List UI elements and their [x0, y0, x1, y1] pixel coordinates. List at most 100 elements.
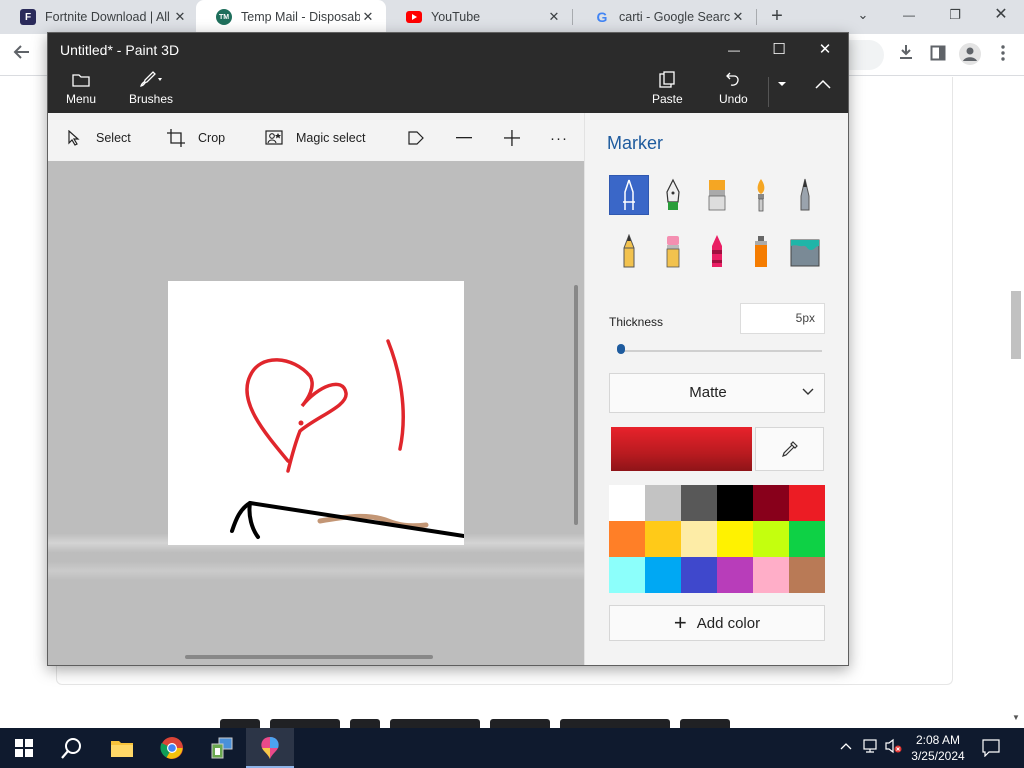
- network-icon[interactable]: [862, 738, 880, 757]
- zoom-out-icon[interactable]: [454, 127, 474, 149]
- more-options-icon[interactable]: ···: [550, 127, 568, 149]
- finish-value: Matte: [689, 384, 727, 401]
- scroll-down-arrow-icon[interactable]: ▼: [1012, 713, 1020, 722]
- eyedropper-button[interactable]: [755, 427, 824, 471]
- watercolor-brush[interactable]: [741, 175, 781, 215]
- thickness-input[interactable]: 5px: [740, 303, 825, 334]
- browser-menu-icon[interactable]: [991, 43, 1015, 67]
- search-button[interactable]: [48, 728, 96, 768]
- workspace[interactable]: [48, 161, 584, 665]
- taskbar: 2:08 AM 3/25/2024: [0, 728, 1024, 768]
- tab-search-icon[interactable]: ⌄: [840, 0, 886, 34]
- chrome-button[interactable]: [148, 728, 196, 768]
- magic-select-tool[interactable]: Magic select: [264, 127, 365, 149]
- tab-close-icon[interactable]: ✕: [546, 9, 562, 25]
- clock-time: 2:08 AM: [915, 733, 961, 747]
- tab-youtube[interactable]: YouTube ✕: [386, 0, 572, 34]
- tab-close-icon[interactable]: ✕: [360, 9, 376, 25]
- palette-swatch[interactable]: [681, 521, 717, 557]
- folder-icon: [72, 69, 90, 91]
- zoom-in-icon[interactable]: [502, 127, 522, 149]
- page-scrollbar[interactable]: [1008, 77, 1024, 728]
- pixel-pen-brush[interactable]: [785, 175, 825, 215]
- file-explorer-button[interactable]: [98, 728, 146, 768]
- eraser-icon: [666, 236, 680, 268]
- paint3d-taskbar-button[interactable]: [246, 728, 294, 768]
- menu-button[interactable]: Menu: [66, 69, 96, 113]
- drawing-canvas[interactable]: [168, 281, 466, 545]
- paint3d-icon: [261, 737, 279, 759]
- palette-swatch[interactable]: [753, 521, 789, 557]
- crop-tool[interactable]: Crop: [166, 127, 225, 149]
- undo-button[interactable]: Undo: [719, 69, 748, 113]
- clock-date: 3/25/2024: [911, 749, 965, 763]
- marker-brush[interactable]: [609, 175, 649, 215]
- select-tool[interactable]: Select: [64, 127, 131, 149]
- brushes-button[interactable]: Brushes: [129, 69, 173, 113]
- tool-bar: Select Crop Magic select ···: [48, 113, 584, 161]
- download-icon[interactable]: [894, 43, 918, 67]
- browser-minimize-button[interactable]: —: [886, 0, 932, 34]
- eraser-brush[interactable]: [653, 231, 693, 271]
- palette-swatch[interactable]: [717, 557, 753, 593]
- side-panel-icon[interactable]: [926, 43, 950, 67]
- paste-button[interactable]: Paste: [652, 69, 683, 113]
- palette-swatch[interactable]: [681, 557, 717, 593]
- magic-select-icon: [264, 128, 284, 148]
- window-title: Untitled* - Paint 3D: [60, 42, 180, 58]
- start-button[interactable]: [0, 728, 48, 768]
- palette-swatch[interactable]: [753, 485, 789, 521]
- palette-swatch[interactable]: [789, 521, 825, 557]
- finish-dropdown[interactable]: Matte: [609, 373, 825, 413]
- page-scrollbar-thumb[interactable]: [1011, 291, 1021, 359]
- palette-swatch[interactable]: [645, 557, 681, 593]
- palette-swatch[interactable]: [717, 485, 753, 521]
- profile-avatar-icon[interactable]: [958, 43, 982, 67]
- palette-swatch[interactable]: [789, 485, 825, 521]
- palette-swatch[interactable]: [789, 557, 825, 593]
- oil-brush[interactable]: [697, 175, 737, 215]
- palette-swatch[interactable]: [645, 521, 681, 557]
- show-hidden-icons-chevron-icon[interactable]: [840, 738, 852, 753]
- back-arrow-icon[interactable]: [10, 43, 34, 67]
- tab-google-search[interactable]: G carti - Google Search ✕: [574, 0, 756, 34]
- new-tab-button[interactable]: +: [766, 5, 788, 27]
- add-color-button[interactable]: + Add color: [609, 605, 825, 641]
- fill-brush[interactable]: [785, 231, 825, 271]
- palette-swatch[interactable]: [753, 557, 789, 593]
- palette-swatch[interactable]: [717, 521, 753, 557]
- calligraphy-pen-brush[interactable]: [653, 175, 693, 215]
- minimize-button[interactable]: —: [722, 39, 746, 61]
- palette-swatch[interactable]: [609, 557, 645, 593]
- canvas-vertical-scrollbar[interactable]: [574, 285, 578, 525]
- flag-icon[interactable]: [406, 127, 426, 149]
- current-color-swatch[interactable]: [611, 427, 752, 471]
- tab-close-icon[interactable]: ✕: [172, 9, 188, 25]
- tab-temp-mail[interactable]: TM Temp Mail - Disposable ✕: [196, 0, 386, 34]
- browser-close-button[interactable]: ✕: [978, 0, 1024, 34]
- palette-swatch[interactable]: [681, 485, 717, 521]
- tab-divider: [756, 9, 757, 25]
- pencil-icon: [623, 234, 635, 268]
- crayon-brush[interactable]: [697, 231, 737, 271]
- palette-swatch[interactable]: [609, 485, 645, 521]
- browser-restore-button[interactable]: ❐: [932, 0, 978, 34]
- volume-muted-icon[interactable]: [884, 738, 902, 757]
- pencil-brush[interactable]: [609, 231, 649, 271]
- tab-fortnite[interactable]: F Fortnite Download | All ✕: [0, 0, 198, 34]
- maximize-button[interactable]: ☐: [767, 39, 791, 61]
- page-heading-partial: [220, 718, 780, 728]
- canvas-horizontal-scrollbar[interactable]: [185, 655, 433, 659]
- palette-swatch[interactable]: [645, 485, 681, 521]
- google-icon: G: [596, 9, 608, 25]
- system-clock[interactable]: 2:08 AM 3/25/2024: [905, 732, 971, 764]
- spray-can-brush[interactable]: [741, 231, 781, 271]
- notifications-icon[interactable]: [982, 739, 1000, 760]
- close-button[interactable]: ✕: [813, 39, 837, 61]
- tab-close-icon[interactable]: ✕: [730, 9, 746, 25]
- palette-swatch[interactable]: [609, 521, 645, 557]
- app-button[interactable]: [198, 728, 246, 768]
- fill-bucket-icon: [790, 239, 820, 267]
- thickness-slider[interactable]: [619, 350, 822, 352]
- thickness-slider-thumb[interactable]: [617, 344, 625, 354]
